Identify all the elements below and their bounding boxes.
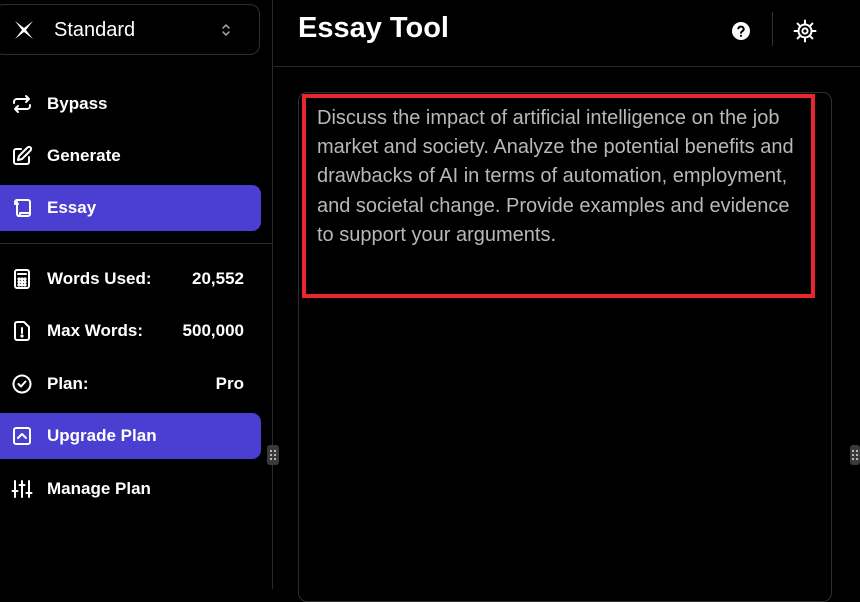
stat-label: Words Used: [47,269,152,288]
stat-words-used: Words Used: 20,552 [0,256,261,302]
essay-prompt-text[interactable]: Discuss the impact of artificial intelli… [317,104,807,250]
calculator-icon [11,268,33,290]
stat-value: 20,552 [192,269,244,288]
scroll-icon [11,197,33,219]
header-separator [772,12,773,46]
sidebar-item-generate[interactable]: Generate [0,133,261,179]
header: Essay Tool [274,0,860,67]
manage-plan-button[interactable]: Manage Plan [0,466,261,512]
stat-value: Pro [215,374,244,393]
panel-resize-handle[interactable] [850,445,860,465]
manage-plan-label: Manage Plan [47,479,151,498]
sidebar-item-essay[interactable]: Essay [0,185,261,231]
help-icon[interactable] [730,20,752,42]
sidebar-item-label: Bypass [47,94,108,113]
sidebar-divider [0,243,272,244]
sidebar: Standard Bypass Generate Essay Words Use… [0,0,273,589]
edit-icon [11,145,33,167]
chevron-up-down-icon [222,24,230,36]
upgrade-plan-label: Upgrade Plan [47,426,157,445]
grip-icon [852,450,858,460]
gear-icon[interactable] [792,18,818,44]
stat-plan: Plan: Pro [0,361,261,407]
upgrade-icon [11,425,33,447]
sidebar-resize-handle[interactable] [267,445,279,465]
mode-selector[interactable]: Standard [0,4,260,55]
sidebar-item-bypass[interactable]: Bypass [0,81,261,127]
swap-arrows-icon [11,93,33,115]
stat-label: Max Words: [47,321,144,340]
stat-value: 500,000 [182,321,244,340]
sidebar-item-label: Generate [47,146,121,165]
alert-file-icon [11,320,33,342]
stat-max-words: Max Words: 500,000 [0,308,261,354]
logo-icon [15,21,33,39]
check-circle-icon [11,373,33,395]
sidebar-item-label: Essay [47,198,97,217]
sliders-icon [11,478,33,500]
mode-selector-label: Standard [54,19,136,41]
upgrade-plan-button[interactable]: Upgrade Plan [0,413,261,459]
stat-label: Plan: [47,374,89,393]
page-title: Essay Tool [298,12,449,44]
grip-icon [270,450,276,460]
